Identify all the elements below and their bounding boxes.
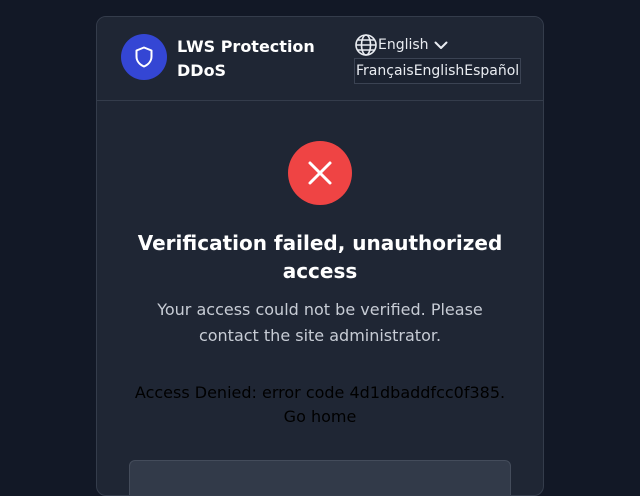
language-selector[interactable]: English xyxy=(354,33,449,57)
details-panel xyxy=(129,460,511,495)
access-denied-block: Access Denied: error code 4d1dbaddfcc0f3… xyxy=(121,381,519,429)
page-title: Verification failed, unauthorized access xyxy=(137,231,503,283)
status-description: Your access could not be verified. Pleas… xyxy=(157,300,483,345)
error-status-circle xyxy=(288,141,352,205)
current-language: English xyxy=(378,37,429,53)
brand-logo xyxy=(121,34,167,80)
language-option-spanish[interactable]: Español xyxy=(464,63,519,79)
language-option-french[interactable]: Français xyxy=(356,63,414,79)
access-denied-message: Access Denied: error code 4d1dbaddfcc0f3… xyxy=(134,383,506,402)
verification-card: LWS Protection DDoS English Français Eng… xyxy=(96,16,544,496)
language-options: Français English Español xyxy=(354,58,522,84)
card-header: LWS Protection DDoS English Français Eng… xyxy=(97,17,543,101)
language-option-english[interactable]: English xyxy=(414,63,465,79)
close-icon xyxy=(308,161,332,185)
brand-name: LWS Protection DDoS xyxy=(177,37,315,80)
go-home-link[interactable]: Go home xyxy=(284,407,357,426)
globe-icon xyxy=(355,34,377,56)
shield-icon xyxy=(135,46,153,68)
chevron-down-icon xyxy=(434,41,448,49)
